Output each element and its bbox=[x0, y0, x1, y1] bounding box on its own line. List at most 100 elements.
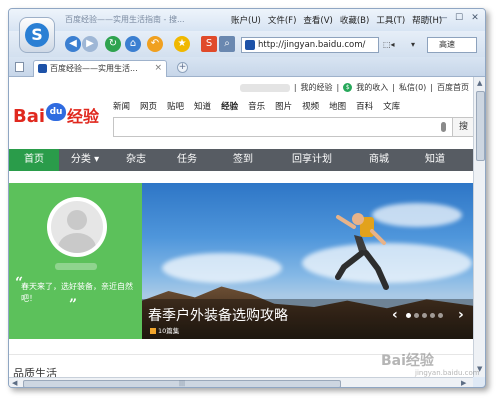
messages-link[interactable]: 私信(0) bbox=[399, 82, 426, 93]
carousel-dot[interactable] bbox=[406, 313, 411, 318]
scroll-up-icon[interactable]: ▲ bbox=[477, 79, 482, 87]
carousel-dot[interactable] bbox=[414, 313, 419, 318]
scroll-left-icon[interactable]: ◀ bbox=[12, 379, 17, 387]
scroll-right-icon[interactable]: ▶ bbox=[461, 379, 466, 387]
carousel-dot[interactable] bbox=[422, 313, 427, 318]
my-experience-link[interactable]: 我的经验 bbox=[301, 82, 333, 93]
screenshot-icon[interactable]: S bbox=[201, 36, 217, 52]
new-tab-button[interactable]: + bbox=[177, 62, 188, 73]
minimize-icon[interactable]: — bbox=[437, 12, 449, 24]
menu-bar: 账户(U) 文件(F) 查看(V) 收藏(B) 工具(T) 帮助(H) bbox=[231, 14, 442, 26]
vertical-scroll-thumb[interactable] bbox=[476, 91, 485, 161]
main-nav-tasks[interactable]: 任务 bbox=[161, 149, 213, 171]
section-title: 品质生活 bbox=[13, 367, 57, 377]
hero-banner: “ 春天来了，选好装备，亲近自然吧！ ” 春季户外装备选购攻略 10篇集 ‹ › bbox=[9, 183, 473, 339]
maximize-icon[interactable]: ☐ bbox=[453, 12, 465, 24]
browser-window: 百度经验——实用生活指南 - 搜... 账户(U) 文件(F) 查看(V) 收藏… bbox=[8, 8, 486, 388]
dropdown-icon[interactable]: ▾ bbox=[411, 37, 415, 53]
tab-favicon-icon bbox=[38, 64, 47, 73]
toolbar: ◀ ▶ ↻ ⌂ ↶ ★ S ⌕ http://jingyan.baidu.com… bbox=[9, 31, 485, 57]
back-arrow-icon[interactable]: ◀ bbox=[65, 36, 81, 52]
window-title: 百度经验——实用生活指南 - 搜... bbox=[65, 15, 185, 24]
nav-images[interactable]: 图片 bbox=[275, 100, 292, 112]
hero-caption[interactable]: 春季户外装备选购攻略 bbox=[148, 305, 288, 325]
window-controls: ▭ — ☐ ✕ bbox=[421, 12, 481, 24]
hero-sub: 10篇集 bbox=[150, 325, 179, 335]
home-icon[interactable]: ⌂ bbox=[125, 36, 141, 52]
logo-bai: Bai bbox=[13, 106, 46, 127]
logo-jingyan: 经验 bbox=[67, 107, 100, 126]
nav-news[interactable]: 新闻 bbox=[113, 100, 130, 112]
address-text: http://jingyan.baidu.com/ bbox=[258, 40, 366, 50]
restore-icon[interactable]: ▭ bbox=[421, 12, 433, 24]
refresh-icon[interactable]: ↻ bbox=[105, 36, 121, 52]
menu-tools[interactable]: 工具(T) bbox=[376, 14, 405, 26]
next-arrow-icon[interactable]: › bbox=[458, 307, 464, 323]
menu-file[interactable]: 文件(F) bbox=[268, 14, 297, 26]
main-nav-magazine[interactable]: 杂志 bbox=[111, 149, 161, 171]
nav-map[interactable]: 地图 bbox=[329, 100, 346, 112]
main-nav-home[interactable]: 首页 bbox=[9, 149, 59, 171]
main-nav-category[interactable]: 分类 ▾ bbox=[59, 149, 111, 171]
tab-baidu-jingyan[interactable]: 百度经验——实用生活... × bbox=[33, 60, 167, 77]
menu-view[interactable]: 查看(V) bbox=[303, 14, 332, 26]
user-links: | 我的经验 | $ 我的收入 | 私信(0) | 百度首页 bbox=[239, 82, 469, 93]
search-input[interactable] bbox=[113, 117, 453, 137]
my-income-link[interactable]: 我的收入 bbox=[356, 82, 388, 93]
nav-music[interactable]: 音乐 bbox=[248, 100, 265, 112]
document-icon[interactable] bbox=[15, 62, 24, 72]
caption-bar: 春季户外装备选购攻略 10篇集 ‹ › bbox=[142, 299, 473, 339]
coin-icon: $ bbox=[343, 83, 353, 92]
star-icon[interactable]: ★ bbox=[174, 36, 190, 52]
tab-strip: 百度经验——实用生活... × + bbox=[9, 57, 485, 77]
nav-tieba[interactable]: 贴吧 bbox=[167, 100, 184, 112]
baidu-home-link[interactable]: 百度首页 bbox=[437, 82, 469, 93]
main-nav-share-plan[interactable]: 回享计划 bbox=[273, 149, 351, 171]
baidu-jingyan-watermark: Bai经验 jingyan.baidu.com bbox=[381, 353, 480, 377]
prev-arrow-icon[interactable]: ‹ bbox=[392, 307, 398, 323]
main-nav: 首页 分类 ▾ 杂志 任务 签到 回享计划 商城 知道 bbox=[9, 149, 473, 171]
baidu-jingyan-logo[interactable]: Bai du 经验 bbox=[13, 103, 99, 127]
nav-web[interactable]: 网页 bbox=[140, 100, 157, 112]
menu-favorites[interactable]: 收藏(B) bbox=[340, 14, 369, 26]
carousel-dot[interactable] bbox=[430, 313, 435, 318]
horizontal-scrollbar[interactable]: ◀ ||| ▶ bbox=[9, 377, 473, 387]
close-icon[interactable]: ✕ bbox=[469, 12, 481, 24]
nav-baike[interactable]: 百科 bbox=[356, 100, 373, 112]
carousel-dots bbox=[406, 313, 443, 318]
magnifier-icon[interactable]: ⌕ bbox=[219, 36, 235, 52]
speed-search-box[interactable]: 高速 bbox=[427, 37, 477, 53]
address-bar[interactable]: http://jingyan.baidu.com/ bbox=[241, 37, 379, 53]
title-bar: 百度经验——实用生活指南 - 搜... 账户(U) 文件(F) 查看(V) 收藏… bbox=[9, 9, 485, 31]
main-nav-checkin[interactable]: 签到 bbox=[213, 149, 273, 171]
paw-icon: du bbox=[46, 103, 67, 121]
user-panel: “ 春天来了，选好装备，亲近自然吧！ ” bbox=[9, 183, 142, 339]
undo-icon[interactable]: ↶ bbox=[147, 36, 163, 52]
nav-zhidao[interactable]: 知道 bbox=[194, 100, 211, 112]
main-nav-zhidao[interactable]: 知道 bbox=[407, 149, 463, 171]
tab-close-icon[interactable]: × bbox=[154, 61, 162, 76]
hero-photo[interactable]: 春季户外装备选购攻略 10篇集 ‹ › bbox=[142, 183, 473, 339]
compat-mode-icon[interactable]: ⬚◂ bbox=[383, 37, 395, 53]
username bbox=[239, 83, 290, 92]
close-quote-icon: ” bbox=[69, 297, 78, 313]
speed-label: 高速 bbox=[439, 40, 455, 49]
nav-wenku[interactable]: 文库 bbox=[383, 100, 400, 112]
forward-arrow-icon[interactable]: ▶ bbox=[82, 36, 98, 52]
product-nav: 新闻 网页 贴吧 知道 经验 音乐 图片 视频 地图 百科 文库 bbox=[113, 100, 400, 112]
vertical-scrollbar[interactable]: ▲ ▼ bbox=[473, 77, 485, 377]
horizontal-scroll-thumb[interactable]: ||| bbox=[23, 380, 341, 387]
nav-video[interactable]: 视频 bbox=[302, 100, 319, 112]
avatar[interactable] bbox=[47, 197, 107, 257]
microphone-icon[interactable] bbox=[441, 122, 446, 132]
hiker-figure bbox=[335, 213, 389, 290]
main-nav-mall[interactable]: 商城 bbox=[351, 149, 407, 171]
menu-account[interactable]: 账户(U) bbox=[231, 14, 261, 26]
tab-title: 百度经验——实用生活... bbox=[50, 64, 138, 73]
carousel-dot[interactable] bbox=[438, 313, 443, 318]
web-page: | 我的经验 | $ 我的收入 | 私信(0) | 百度首页 Bai du 经验 新… bbox=[9, 77, 473, 377]
site-favicon-icon bbox=[245, 40, 255, 50]
nav-jingyan[interactable]: 经验 bbox=[221, 100, 238, 112]
search-button[interactable]: 搜 bbox=[453, 117, 473, 137]
browser-logo-icon[interactable]: S bbox=[19, 17, 55, 53]
